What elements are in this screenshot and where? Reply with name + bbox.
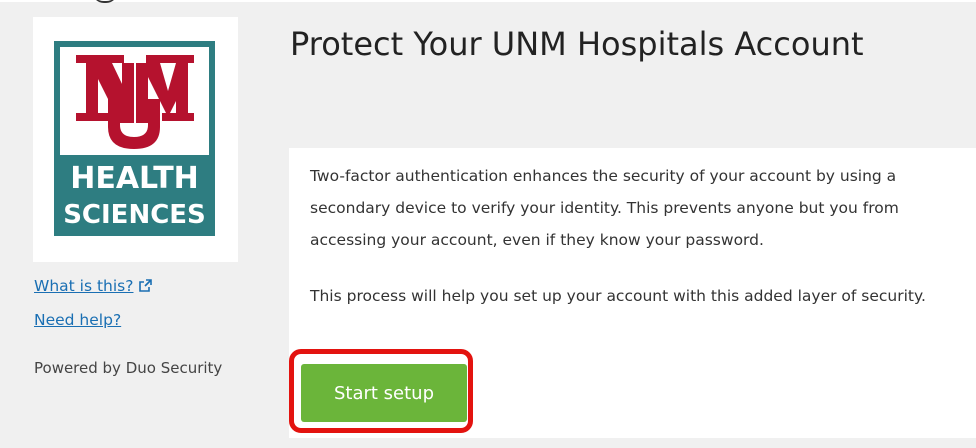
description-paragraph: Two-factor authentication enhances the s… [310, 167, 899, 249]
logo-text-health: HEALTH [70, 161, 199, 196]
top-strip [0, 0, 976, 3]
external-link-icon [139, 278, 153, 296]
top-fragment [92, 0, 118, 3]
page-title: Protect Your UNM Hospitals Account [290, 25, 864, 63]
logo-panel: HEALTH SCIENCES [33, 17, 238, 262]
logo-text-sciences: SCIENCES [63, 200, 206, 230]
process-paragraph: This process will help you set up your a… [310, 287, 926, 305]
powered-by-text: Powered by Duo Security [34, 359, 223, 377]
unm-health-sciences-logo: HEALTH SCIENCES [54, 41, 215, 236]
need-help-link[interactable]: Need help? [34, 311, 121, 329]
what-is-this-link[interactable]: What is this? [34, 277, 153, 296]
start-setup-button[interactable]: Start setup [301, 364, 467, 422]
what-is-this-label: What is this? [34, 277, 134, 295]
unm-monogram-icon [60, 47, 209, 155]
unm-monogram-graphic [76, 55, 194, 149]
